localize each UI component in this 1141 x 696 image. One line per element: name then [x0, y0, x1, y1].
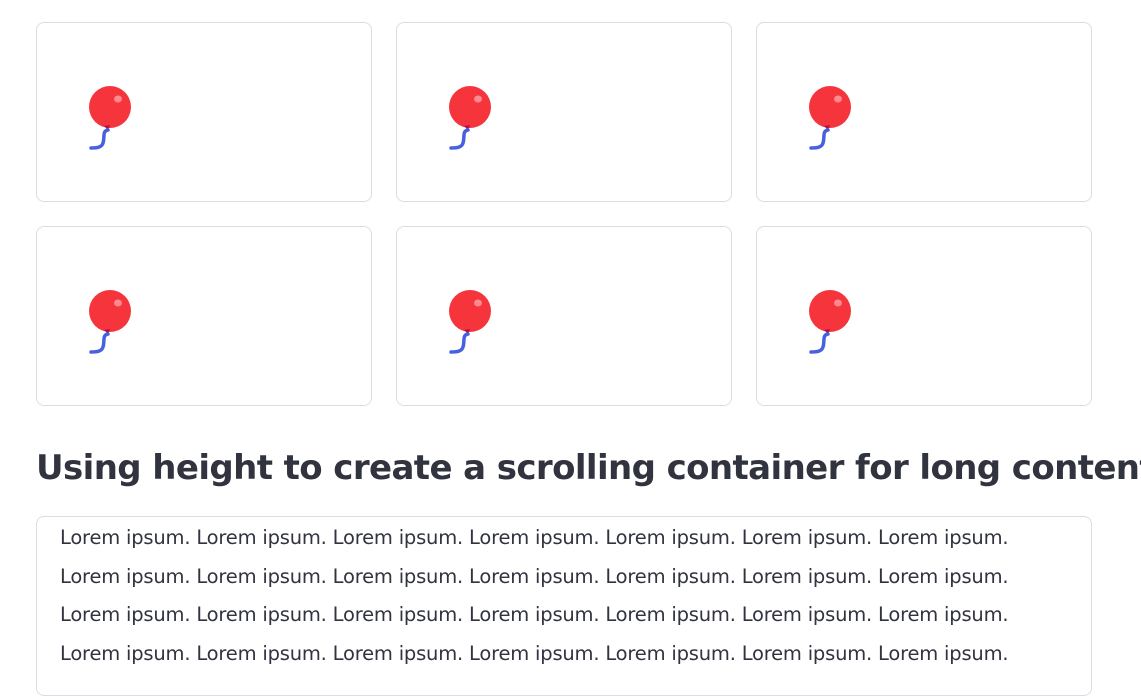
balloon-card — [396, 22, 732, 202]
balloon-card — [756, 226, 1092, 406]
balloon-card-grid — [36, 22, 1092, 406]
balloon-card — [36, 226, 372, 406]
balloon-icon — [89, 290, 131, 354]
balloon-icon — [809, 86, 851, 150]
balloon-icon — [809, 290, 851, 354]
scrolling-container[interactable]: Lorem ipsum. Lorem ipsum. Lorem ipsum. L… — [36, 516, 1092, 696]
balloon-icon — [449, 86, 491, 150]
balloon-icon — [449, 290, 491, 354]
balloon-card — [756, 22, 1092, 202]
balloon-icon — [89, 86, 131, 150]
balloon-card — [36, 22, 372, 202]
lorem-ipsum-text: Lorem ipsum. Lorem ipsum. Lorem ipsum. L… — [60, 526, 1009, 665]
section-heading: Using height to create a scrolling conta… — [36, 448, 1141, 488]
balloon-card — [396, 226, 732, 406]
